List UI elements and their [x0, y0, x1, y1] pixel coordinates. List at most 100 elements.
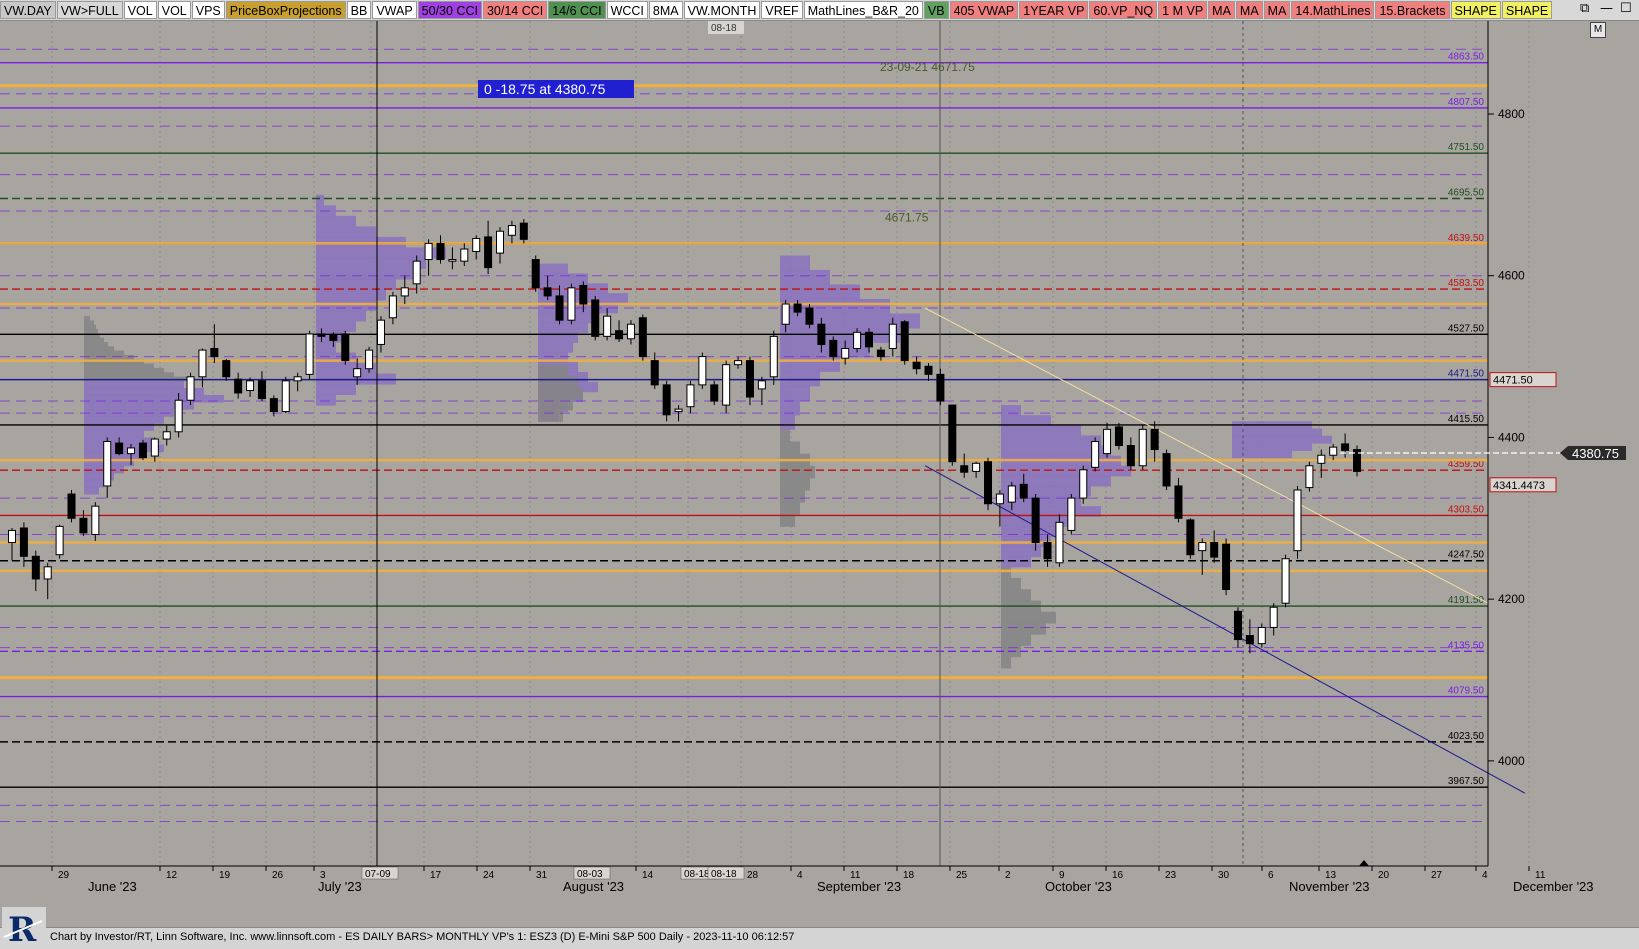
volume-profile-august-gray-bin — [538, 387, 583, 400]
toolbar-button-16[interactable]: VB — [923, 1, 949, 19]
candle-body — [650, 360, 659, 386]
candle-body — [972, 462, 981, 472]
volume-profile-october-gray-bin — [1001, 656, 1011, 669]
candle-body — [1103, 428, 1112, 455]
candle — [805, 304, 814, 329]
candle — [519, 219, 528, 244]
candle — [281, 376, 290, 414]
toolbar-button-25[interactable]: 15.Brackets — [1375, 1, 1450, 19]
candle-body — [281, 380, 290, 413]
candle-body — [31, 555, 40, 580]
time-axis-month-label: October '23 — [1045, 879, 1112, 894]
restore-window-icon[interactable]: ⧉ — [1580, 1, 1589, 16]
volume-profile-october-gray-bin — [1001, 566, 1011, 579]
candle-body — [793, 303, 802, 313]
volume-profile-august-gray-bin — [538, 409, 563, 422]
toolbar-button-6[interactable]: BB — [346, 1, 372, 19]
candle-body — [222, 360, 231, 378]
level-label: 4695.50 — [1448, 187, 1485, 198]
volume-profile-july-bin — [316, 268, 416, 280]
volume-profile-july-bin — [316, 278, 396, 290]
toolbar-button-1[interactable]: VW>FULL — [56, 1, 123, 19]
toolbar-button-18[interactable]: 1YEAR VP — [1019, 1, 1089, 19]
volume-profile-october-bin — [1001, 405, 1021, 416]
toolbar-button-17[interactable]: 405 VWAP — [949, 1, 1019, 19]
volume-profile-september-gray-bin — [780, 465, 815, 479]
toolbar-button-7[interactable]: VWAP — [372, 1, 417, 19]
candle-body — [531, 259, 540, 289]
date-flag-label: 08-18 — [684, 869, 710, 880]
maximize-window-icon[interactable]: ☐ — [1620, 1, 1632, 16]
candle — [341, 330, 350, 365]
candle-body — [722, 364, 731, 406]
toolbar-button-8[interactable]: 50/30 CCI — [417, 1, 482, 19]
toolbar-button-3[interactable]: VOL — [157, 1, 191, 19]
volume-profile-september-bin — [780, 327, 900, 343]
toolbar-button-2[interactable]: VOL — [123, 1, 157, 19]
toolbar-button-10[interactable]: 14/6 CCI — [548, 1, 606, 19]
volume-profile-september-bin — [780, 414, 795, 430]
candle — [1222, 538, 1231, 596]
candle-body — [424, 242, 433, 261]
candle-body — [1257, 626, 1266, 645]
volume-profile-june-top-bin — [84, 350, 124, 356]
time-axis-minor-label: 12 — [166, 870, 178, 881]
toolbar-button-20[interactable]: 1 M VP — [1158, 1, 1208, 19]
time-axis-minor-label: 14 — [642, 870, 654, 881]
toolbar-button-27[interactable]: SHAPE — [1501, 1, 1553, 19]
candle — [591, 295, 600, 341]
candle — [1091, 437, 1100, 472]
toolbar-button-22[interactable]: MA — [1235, 1, 1263, 19]
toolbar-button-13[interactable]: VW.MONTH — [683, 1, 761, 19]
toolbar-button-24[interactable]: 14.MathLines — [1291, 1, 1375, 19]
candle-body — [1138, 428, 1147, 467]
price-chart[interactable]: 4863.504807.504751.504695.504639.504583.… — [0, 21, 1639, 926]
time-axis-minor-label: 26 — [272, 870, 284, 881]
toolbar-button-4[interactable]: VPS — [191, 1, 225, 19]
time-axis-minor-label: 31 — [536, 870, 548, 881]
price-axis-label: 4800 — [1498, 107, 1525, 121]
toolbar-button-11[interactable]: WCCI — [606, 1, 648, 19]
toolbar-button-21[interactable]: MA — [1208, 1, 1235, 19]
candle-body — [757, 380, 766, 390]
time-axis-minor-label: 6 — [1268, 870, 1274, 881]
volume-profile-june-top-bin — [84, 316, 90, 321]
candle — [1067, 494, 1076, 535]
toolbar-button-9[interactable]: 30/14 CCI — [482, 1, 548, 19]
candle-body — [817, 323, 826, 345]
toolbar-button-23[interactable]: MA — [1263, 1, 1291, 19]
level-label: 4471.50 — [1448, 369, 1485, 380]
candle-body — [555, 295, 564, 321]
toolbar-button-26[interactable]: SHAPE — [1450, 1, 1501, 19]
candle-body — [127, 447, 136, 455]
toolbar-button-15[interactable]: MathLines_B&R_20 — [803, 1, 923, 19]
volume-profile-july-bin — [316, 299, 376, 311]
candle — [984, 457, 993, 511]
candle — [710, 380, 719, 406]
volume-profile-october-gray-bin — [1001, 622, 1046, 635]
time-axis-minor-label: 23 — [1165, 870, 1177, 881]
volume-profile-july-bin — [316, 226, 376, 238]
volume-profile-september-bin — [780, 313, 920, 329]
candle-body — [138, 442, 147, 459]
volume-profile-june-top-bin — [84, 372, 174, 378]
toolbar-button-14[interactable]: VREF — [761, 1, 803, 19]
level-label: 4807.50 — [1448, 97, 1485, 108]
level-label: 4583.50 — [1448, 278, 1485, 289]
candle-body — [1186, 519, 1195, 556]
m-button[interactable]: M — [1590, 22, 1606, 38]
candle-body — [150, 438, 159, 457]
candle-body — [1162, 453, 1171, 487]
candle-body — [162, 431, 171, 440]
volume-profile-november-bin — [1232, 450, 1292, 459]
toolbar-button-0[interactable]: VW.DAY — [0, 1, 56, 19]
candle-body — [55, 525, 64, 556]
toolbar-button-12[interactable]: 8MA — [648, 1, 683, 19]
volume-profile-august-bin — [538, 273, 588, 284]
toolbar-button-19[interactable]: 60.VP_NQ — [1089, 1, 1158, 19]
candle-body — [638, 317, 647, 358]
time-axis-minor-label: 28 — [747, 870, 759, 881]
toolbar-button-5[interactable]: PriceBoxProjections — [225, 1, 346, 19]
candle — [1305, 461, 1314, 492]
minimize-window-icon[interactable]: — — [1600, 1, 1613, 16]
